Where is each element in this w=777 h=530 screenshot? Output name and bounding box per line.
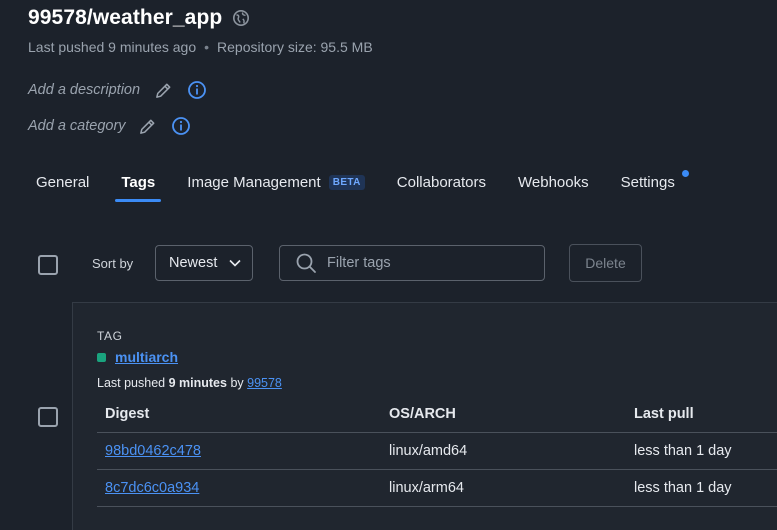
category-placeholder[interactable]: Add a category xyxy=(28,118,126,134)
repo-tabs: General Tags Image Management BETA Collab… xyxy=(28,170,699,202)
os-arch-cell: linux/amd64 xyxy=(381,432,626,470)
select-all-checkbox[interactable] xyxy=(38,255,58,275)
os-arch-cell: linux/arm64 xyxy=(381,469,626,507)
tab-settings[interactable]: Settings xyxy=(613,170,689,202)
column-header-os-arch: OS/ARCH xyxy=(381,395,626,433)
notification-dot xyxy=(681,170,689,177)
pushed-time: 9 minutes xyxy=(168,376,227,390)
tag-name-row: multiarch xyxy=(97,349,178,365)
delete-button[interactable]: Delete xyxy=(569,244,642,282)
filter-tags-field[interactable] xyxy=(279,245,545,281)
digest-link[interactable]: 8c7dc6c0a934 xyxy=(105,480,199,496)
sort-dropdown[interactable]: Newest xyxy=(155,245,253,281)
tag-column-header: TAG xyxy=(97,329,123,343)
tab-tags[interactable]: Tags xyxy=(113,172,163,202)
status-indicator xyxy=(97,352,106,362)
filter-tags-input[interactable] xyxy=(325,254,529,272)
last-pull-cell: less than 1 day xyxy=(626,432,777,470)
digest-table: Digest OS/ARCH Last pull 98bd0462c478 li… xyxy=(97,395,777,507)
info-icon[interactable] xyxy=(187,80,207,100)
tag-pushed-info: Last pushed 9 minutes by 99578 xyxy=(97,376,282,390)
tab-image-management[interactable]: Image Management BETA xyxy=(179,172,373,202)
pencil-icon[interactable] xyxy=(138,117,157,136)
last-pull-cell: less than 1 day xyxy=(626,469,777,507)
globe-icon xyxy=(233,9,250,27)
table-row: 8c7dc6c0a934 linux/arm64 less than 1 day xyxy=(97,469,777,507)
meta-separator: • xyxy=(204,39,210,55)
repo-size-text: Repository size: 95.5 MB xyxy=(217,39,373,55)
repo-title-row: 99578/weather_app xyxy=(28,6,250,30)
info-icon[interactable] xyxy=(171,116,191,136)
sort-value: Newest xyxy=(169,255,218,271)
table-row: 98bd0462c478 linux/amd64 less than 1 day xyxy=(97,432,777,470)
chevron-down-icon xyxy=(229,259,241,267)
beta-badge: BETA xyxy=(328,175,365,190)
tab-collaborators[interactable]: Collaborators xyxy=(389,172,494,202)
description-placeholder[interactable]: Add a description xyxy=(28,82,140,98)
tab-webhooks[interactable]: Webhooks xyxy=(510,172,597,202)
description-row[interactable]: Add a description xyxy=(28,80,207,100)
tab-general[interactable]: General xyxy=(28,172,97,202)
column-header-last-pull: Last pull xyxy=(626,395,777,433)
last-pushed-text: Last pushed 9 minutes ago xyxy=(28,39,197,55)
repo-meta: Last pushed 9 minutes ago • Repository s… xyxy=(28,39,373,55)
sort-label: Sort by xyxy=(92,256,134,271)
pushed-user-link[interactable]: 99578 xyxy=(247,376,282,390)
search-icon xyxy=(296,253,316,273)
pencil-icon[interactable] xyxy=(154,81,173,100)
digest-link[interactable]: 98bd0462c478 xyxy=(105,443,201,459)
tag-name-link[interactable]: multiarch xyxy=(115,349,178,365)
table-header-row: Digest OS/ARCH Last pull xyxy=(97,395,777,433)
tag-checkbox[interactable] xyxy=(38,407,58,427)
category-row[interactable]: Add a category xyxy=(28,116,191,136)
repo-name: 99578/weather_app xyxy=(28,6,223,29)
repository-page: 99578/weather_app Last pushed 9 minutes … xyxy=(0,0,777,530)
column-header-digest: Digest xyxy=(97,395,381,433)
